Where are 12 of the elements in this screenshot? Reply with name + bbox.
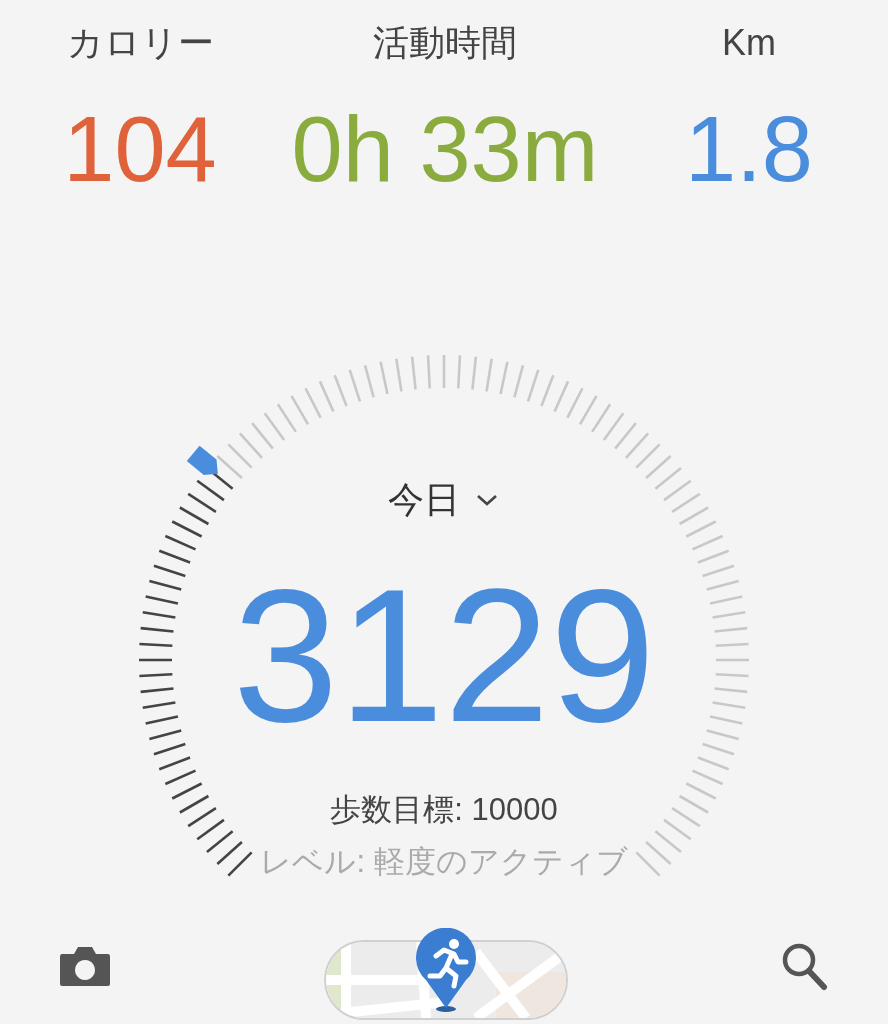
- stat-value: 0h 33m: [291, 97, 599, 202]
- progress-marker: [186, 445, 218, 476]
- camera-icon[interactable]: [58, 944, 112, 988]
- stat-value: 104: [63, 97, 217, 202]
- stat-label: 活動時間: [373, 21, 517, 65]
- stat-label: カロリー: [66, 21, 214, 65]
- stat-label: Km: [722, 21, 776, 65]
- step-goal: 歩数目標: 10000: [330, 791, 558, 829]
- step-count: 3129: [232, 555, 656, 755]
- period-dropdown[interactable]: 今日: [388, 475, 500, 525]
- stat-value: 1.8: [685, 97, 813, 202]
- search-icon[interactable]: [780, 941, 828, 991]
